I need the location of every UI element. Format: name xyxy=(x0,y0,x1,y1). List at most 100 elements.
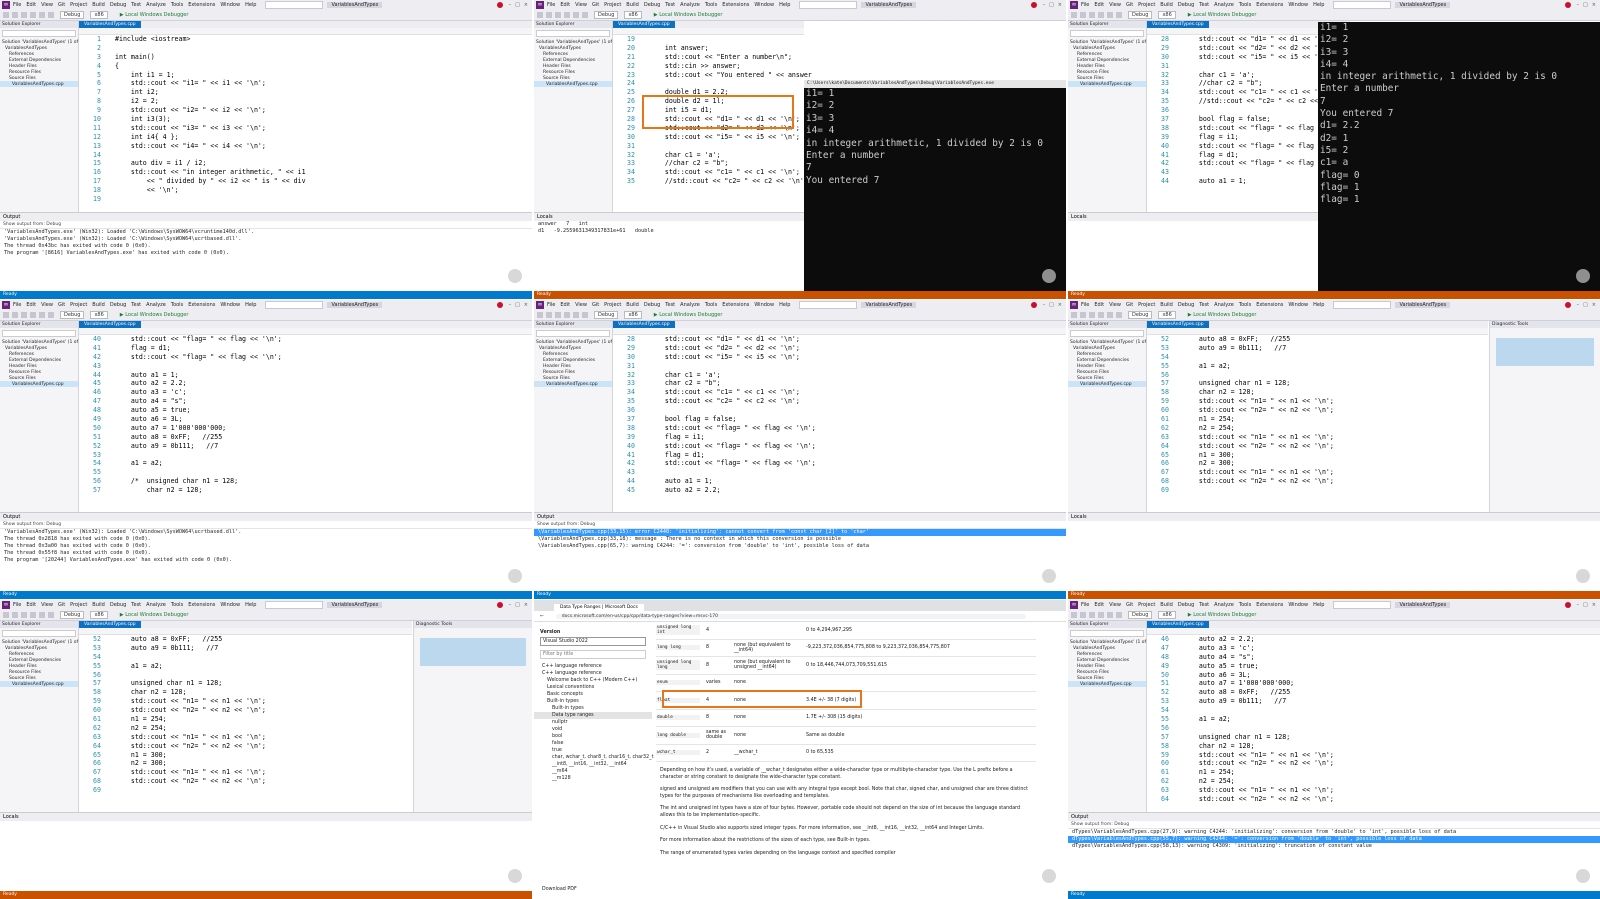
maximize-icon[interactable]: □ xyxy=(515,2,520,8)
close-icon[interactable]: × xyxy=(1592,302,1596,308)
toolbar-icon[interactable] xyxy=(21,312,27,318)
toc-item[interactable]: true xyxy=(534,747,652,754)
menu-item-git[interactable]: Git xyxy=(592,2,599,8)
menu-item-analyze[interactable]: Analyze xyxy=(1214,302,1234,308)
toc-item[interactable]: Built-in types xyxy=(534,698,652,705)
menu-item-extensions[interactable]: Extensions xyxy=(188,302,215,308)
menu-item-project[interactable]: Project xyxy=(604,2,621,8)
menu-item-git[interactable]: Git xyxy=(1126,302,1133,308)
maximize-icon[interactable]: □ xyxy=(515,602,520,608)
toolbar-icon[interactable] xyxy=(1080,612,1086,618)
toc-item[interactable]: bool xyxy=(534,733,652,740)
toc-filter-input[interactable]: Filter by title xyxy=(540,650,646,659)
close-icon[interactable]: × xyxy=(524,602,528,608)
config-dropdown[interactable]: Debug xyxy=(594,11,619,19)
config-dropdown[interactable]: Debug xyxy=(1128,611,1153,619)
toolbar-icon[interactable] xyxy=(537,312,543,318)
toc-item[interactable]: __m64 xyxy=(534,768,652,775)
toc-item[interactable]: __int8, __int16, __int32, __int64 xyxy=(534,761,652,768)
menu-item-analyze[interactable]: Analyze xyxy=(146,302,166,308)
user-avatar[interactable] xyxy=(496,302,503,308)
menu-item-build[interactable]: Build xyxy=(1160,2,1173,8)
record-button[interactable] xyxy=(508,269,522,283)
menu-item-extensions[interactable]: Extensions xyxy=(1256,602,1283,608)
menu-item-analyze[interactable]: Analyze xyxy=(680,302,700,308)
menu-item-project[interactable]: Project xyxy=(604,302,621,308)
menu-item-debug[interactable]: Debug xyxy=(1178,2,1194,8)
record-button[interactable] xyxy=(1042,869,1056,883)
menu-item-window[interactable]: Window xyxy=(220,602,240,608)
search-box[interactable] xyxy=(799,1,858,9)
toolbar-icon[interactable] xyxy=(30,612,36,618)
toolbar-icon[interactable] xyxy=(555,312,561,318)
menu-item-analyze[interactable]: Analyze xyxy=(680,2,700,8)
menu-item-window[interactable]: Window xyxy=(1288,302,1308,308)
platform-dropdown[interactable]: x86 xyxy=(624,11,642,19)
menu-item-tools[interactable]: Tools xyxy=(1239,602,1251,608)
menu-item-edit[interactable]: Edit xyxy=(560,302,570,308)
menu-item-debug[interactable]: Debug xyxy=(1178,302,1194,308)
search-box[interactable] xyxy=(1333,1,1392,9)
menu-item-view[interactable]: View xyxy=(1109,2,1121,8)
menu-item-view[interactable]: View xyxy=(41,602,53,608)
run-debugger-button[interactable]: ▶ Local Windows Debugger xyxy=(1188,12,1257,18)
solution-search-input[interactable] xyxy=(1070,630,1144,637)
record-button[interactable] xyxy=(508,569,522,583)
close-icon[interactable]: × xyxy=(1058,2,1062,8)
solution-item[interactable]: VariablesAndTypes.cpp xyxy=(1068,81,1146,87)
solution-search-input[interactable] xyxy=(2,30,76,37)
menu-item-view[interactable]: View xyxy=(41,2,53,8)
menu-item-window[interactable]: Window xyxy=(754,302,774,308)
config-dropdown[interactable]: Debug xyxy=(1128,11,1153,19)
menu-item-test[interactable]: Test xyxy=(131,302,141,308)
menu-item-edit[interactable]: Edit xyxy=(1094,602,1104,608)
run-debugger-button[interactable]: ▶ Local Windows Debugger xyxy=(120,612,189,618)
menu-item-edit[interactable]: Edit xyxy=(1094,2,1104,8)
menu-item-build[interactable]: Build xyxy=(626,302,639,308)
minimize-icon[interactable]: – xyxy=(1043,2,1046,8)
platform-dropdown[interactable]: x86 xyxy=(1158,11,1176,19)
user-avatar[interactable] xyxy=(1564,602,1571,608)
editor-tab-file[interactable]: VariablesAndTypes.cpp xyxy=(1147,21,1209,28)
user-avatar[interactable] xyxy=(1564,302,1571,308)
menu-item-git[interactable]: Git xyxy=(1126,2,1133,8)
menu-item-tools[interactable]: Tools xyxy=(1239,302,1251,308)
platform-dropdown[interactable]: x86 xyxy=(1158,311,1176,319)
toolbar-icon[interactable] xyxy=(1089,12,1095,18)
menu-item-window[interactable]: Window xyxy=(1288,602,1308,608)
record-button[interactable] xyxy=(1042,569,1056,583)
toolbar-icon[interactable] xyxy=(546,312,552,318)
solution-item[interactable]: Solution 'VariablesAndTypes' (1 of 1 pro… xyxy=(534,339,635,345)
menu-item-view[interactable]: View xyxy=(575,2,587,8)
menu-item-git[interactable]: Git xyxy=(1126,602,1133,608)
toolbar-icon[interactable] xyxy=(39,312,45,318)
menu-item-test[interactable]: Test xyxy=(1199,2,1209,8)
maximize-icon[interactable]: □ xyxy=(1583,2,1588,8)
toolbar-icon[interactable] xyxy=(48,12,54,18)
toolbar-icon[interactable] xyxy=(564,312,570,318)
search-box[interactable] xyxy=(265,301,324,309)
menu-item-file[interactable]: File xyxy=(547,302,555,308)
minimize-icon[interactable]: – xyxy=(1577,302,1580,308)
menu-item-test[interactable]: Test xyxy=(131,2,141,8)
run-debugger-button[interactable]: ▶ Local Windows Debugger xyxy=(120,12,189,18)
menu-item-file[interactable]: File xyxy=(1081,2,1089,8)
toolbar-icon[interactable] xyxy=(1098,612,1104,618)
menu-item-extensions[interactable]: Extensions xyxy=(188,2,215,8)
toolbar-icon[interactable] xyxy=(573,12,579,18)
solution-item[interactable]: VariablesAndTypes.cpp xyxy=(0,381,78,387)
menu-item-window[interactable]: Window xyxy=(220,302,240,308)
menu-item-build[interactable]: Build xyxy=(92,602,105,608)
editor-tab-file[interactable]: VariablesAndTypes.cpp xyxy=(613,21,675,28)
solution-item[interactable]: Solution 'VariablesAndTypes' (1 of 1 pro… xyxy=(1068,639,1169,645)
menu-item-file[interactable]: File xyxy=(13,302,21,308)
code-editor[interactable]: VariablesAndTypes.cpp 1 #include <iostream… xyxy=(79,21,532,203)
menu-item-extensions[interactable]: Extensions xyxy=(1256,302,1283,308)
menu-item-tools[interactable]: Tools xyxy=(171,2,183,8)
menu-item-debug[interactable]: Debug xyxy=(110,302,126,308)
record-button[interactable] xyxy=(1576,569,1590,583)
toolbar-icon[interactable] xyxy=(573,312,579,318)
toolbar-icon[interactable] xyxy=(564,12,570,18)
menu-item-edit[interactable]: Edit xyxy=(1094,302,1104,308)
editor-tab-file[interactable]: VariablesAndTypes.cpp xyxy=(79,21,141,28)
